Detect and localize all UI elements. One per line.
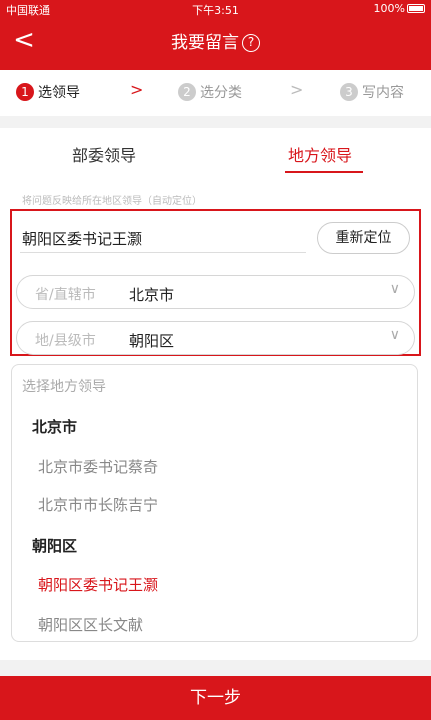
tab-active-indicator [285,171,363,173]
step-label: 选领导 [38,85,80,101]
chevron-down-icon: ∨ [389,327,400,343]
city-select[interactable]: 地/县级市 朝阳区 ∨ [16,321,415,355]
leader-list-item[interactable]: 北京市委书记蔡奇 [38,456,158,477]
status-bar: 中国联通 下午3:51 100% [0,0,431,20]
province-select[interactable]: 省/直辖市 北京市 ∨ [16,275,415,309]
step-number: 1 [16,83,34,101]
auto-location-hint: 将问题反映给所在地区领导（自动定位） [22,196,202,207]
city-select-label: 地/县级市 [35,333,96,349]
divider [20,252,306,253]
step-number: 3 [340,83,358,101]
page-title-text: 我要留言 [171,33,239,53]
province-select-value: 北京市 [129,286,175,304]
leader-list-item[interactable]: 北京市市长陈吉宁 [38,494,158,515]
leader-list-item-selected[interactable]: 朝阳区委书记王灏 [38,574,158,595]
next-step-button[interactable]: 下一步 [0,676,431,720]
step-indicator: 1 选领导 > 2 选分类 > 3 写内容 [0,70,431,116]
province-select-label: 省/直辖市 [35,287,96,303]
leader-list-title: 选择地方领导 [22,379,106,395]
step-label: 写内容 [362,85,404,101]
step-label: 选分类 [200,85,242,101]
relocate-button[interactable]: 重新定位 [317,222,410,254]
help-icon[interactable]: ? [242,34,260,52]
group-header: 朝阳区 [32,537,78,555]
navbar: < 我要留言? [0,22,431,62]
city-select-value: 朝阳区 [129,332,175,350]
step-number: 2 [178,83,196,101]
leader-type-tabs: 部委领导 地方领导 [0,128,431,174]
tab-local-leaders[interactable]: 地方领导 [288,142,352,166]
status-time: 下午3:51 [192,4,239,17]
step-select-category: 2 选分类 [178,82,242,102]
page-title: 我要留言? [0,28,431,53]
located-leader-name: 朝阳区委书记王灏 [22,230,143,248]
battery-icon [407,4,425,13]
step-select-leader: 1 选领导 [16,82,80,102]
step-arrow-icon: > [290,80,304,99]
leader-list-item[interactable]: 朝阳区区长文献 [38,614,143,635]
step-write-content: 3 写内容 [340,82,404,102]
step-arrow-icon: > [130,80,144,99]
group-header: 北京市 [32,418,78,436]
chevron-down-icon: ∨ [389,281,400,297]
app-header: 中国联通 下午3:51 100% < 我要留言? [0,0,431,70]
battery-percent: 100% [373,2,405,15]
tab-ministry-leaders[interactable]: 部委领导 [72,142,136,166]
